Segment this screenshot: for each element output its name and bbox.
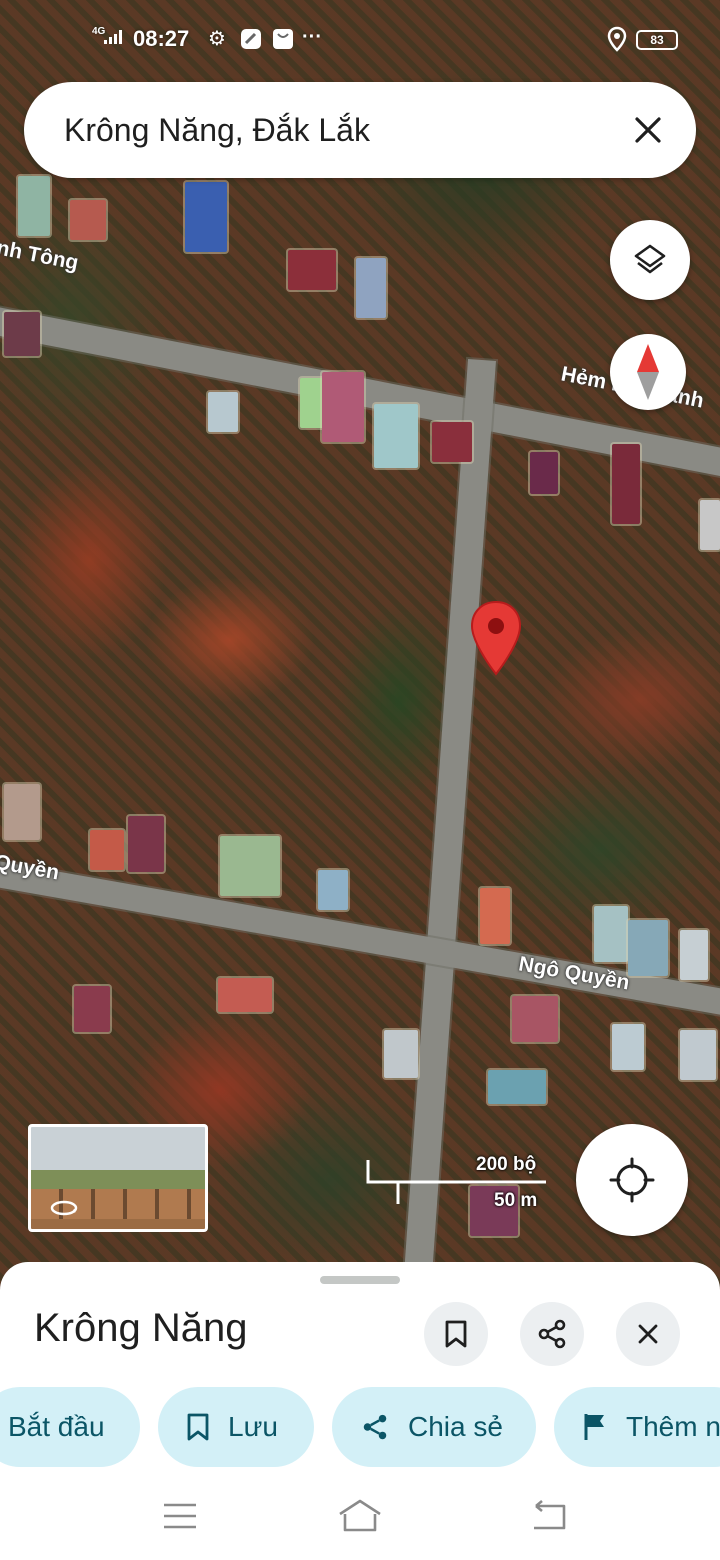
home-button[interactable] <box>332 1496 388 1536</box>
share-icon-button[interactable] <box>520 1302 584 1366</box>
building <box>18 176 50 236</box>
building <box>432 422 472 462</box>
recents-button[interactable] <box>152 1496 208 1536</box>
status-bar: 4G 08:27 ⚙ ··· 83 <box>0 22 720 58</box>
building <box>288 250 336 290</box>
back-button[interactable] <box>520 1496 576 1536</box>
signal-icon <box>104 30 122 44</box>
location-icon <box>606 26 628 58</box>
share-icon <box>363 1414 387 1440</box>
building <box>128 816 164 872</box>
drag-handle[interactable] <box>320 1276 400 1284</box>
building <box>594 906 628 962</box>
building <box>318 870 348 910</box>
flag-icon <box>584 1414 604 1440</box>
battery-indicator: 83 <box>636 30 678 50</box>
building <box>680 1030 716 1080</box>
building <box>4 312 40 356</box>
bookmark-icon <box>445 1320 467 1348</box>
add-label-button[interactable]: Thêm n <box>554 1387 720 1467</box>
rotate-360-icon <box>49 1197 79 1219</box>
building <box>356 258 386 318</box>
close-icon[interactable] <box>624 106 672 154</box>
building <box>185 182 227 252</box>
search-bar[interactable]: Krông Năng, Đắk Lắk <box>24 82 696 178</box>
building <box>90 830 124 870</box>
layers-icon <box>634 244 666 274</box>
save-label: Lưu <box>228 1411 278 1442</box>
building <box>70 200 106 240</box>
bookmark-icon <box>187 1413 209 1441</box>
street-label: nh Tông <box>0 236 81 275</box>
close-sheet-button[interactable] <box>616 1302 680 1366</box>
menu-icon <box>164 1503 196 1529</box>
compass-button[interactable] <box>610 334 686 410</box>
share-button[interactable]: Chia sẻ <box>332 1387 536 1467</box>
edit-icon <box>240 28 262 56</box>
my-location-button[interactable] <box>576 1124 688 1236</box>
building <box>628 920 668 976</box>
road-vertical <box>403 359 496 1279</box>
bag-icon <box>272 28 294 56</box>
home-icon <box>339 1499 381 1532</box>
compass-icon <box>637 344 659 400</box>
satellite-map[interactable]: nh Tông Hẻm Lê Thánh Quyền Ngô Quyền <box>0 0 720 1300</box>
search-input[interactable]: Krông Năng, Đắk Lắk <box>64 112 370 149</box>
building <box>322 372 364 442</box>
system-navigation-bar <box>0 1470 720 1560</box>
back-icon <box>534 1500 566 1530</box>
building <box>612 1024 644 1070</box>
scale-imperial: 200 bộ <box>476 1154 537 1175</box>
gear-icon: ⚙ <box>208 28 226 50</box>
building <box>680 930 708 980</box>
building <box>384 1030 418 1078</box>
building <box>480 888 510 944</box>
building <box>374 404 418 468</box>
layers-button[interactable] <box>610 220 690 300</box>
save-icon-button[interactable] <box>424 1302 488 1366</box>
place-title: Krông Năng <box>34 1306 248 1350</box>
location-pin-icon[interactable] <box>470 600 522 678</box>
crosshair-icon <box>609 1157 655 1203</box>
share-icon <box>538 1319 566 1349</box>
building <box>220 836 280 896</box>
close-icon <box>638 1324 658 1344</box>
building <box>218 978 272 1012</box>
map-scale: 200 bộ 50 m <box>364 1152 550 1212</box>
building <box>208 392 238 432</box>
start-label: Bắt đầu <box>8 1411 105 1442</box>
building <box>530 452 558 494</box>
more-indicator: ··· <box>302 26 322 48</box>
building <box>700 500 720 550</box>
street-view-thumbnail[interactable] <box>28 1124 208 1232</box>
building <box>4 784 40 840</box>
building <box>74 986 110 1032</box>
building <box>512 996 558 1042</box>
clock: 08:27 <box>133 26 190 51</box>
save-button[interactable]: Lưu <box>158 1387 314 1467</box>
building <box>488 1070 546 1104</box>
add-label: Thêm n <box>626 1411 720 1442</box>
building <box>612 444 640 524</box>
scale-metric: 50 m <box>494 1190 538 1211</box>
share-label: Chia sẻ <box>408 1411 503 1442</box>
start-button[interactable]: Bắt đầu <box>0 1387 140 1467</box>
